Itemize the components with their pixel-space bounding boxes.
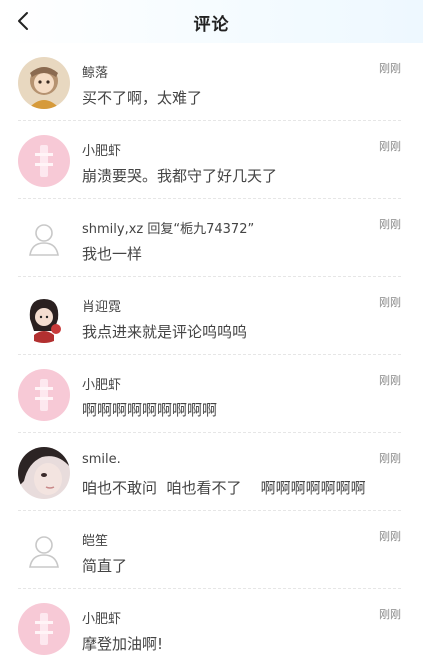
character-avatar-icon [18,291,70,343]
comment-time: 刚刚 [379,62,401,75]
comment-author[interactable]: 小肥虾 [82,608,121,627]
top-bar: 评论 [0,0,423,43]
comment-item: 鲸落 买不了啊，太难了 刚刚 [0,43,423,121]
comment-content: 我点进来就是评论呜呜呜 [82,323,248,341]
comment-content: 我也一样 [82,245,143,263]
avatar[interactable] [18,603,70,655]
avatar[interactable] [18,57,70,109]
pink-avatar-icon [18,369,70,421]
avatar[interactable] [18,369,70,421]
comment-content: 咱也不敢问 咱也看不了 啊啊啊啊啊啊啊 [82,479,366,497]
comment-item: shmily,xz 回复“栀九74372” 我也一样 刚刚 [0,199,423,277]
pink-avatar-icon [18,135,70,187]
comment-item: 小肥虾 啊啊啊啊啊啊啊啊啊 刚刚 [0,355,423,433]
comment-item: 小肥虾 崩溃要哭。我都守了好几天了 刚刚 [0,121,423,199]
anime-avatar-icon [18,57,70,109]
comment-time: 刚刚 [379,140,401,153]
comment-author[interactable]: 肖迎霓 [82,296,121,315]
comment-item: 小肥虾 摩登加油啊! 刚刚 [0,589,423,667]
pink-avatar-icon [18,603,70,655]
comment-time: 刚刚 [379,452,401,465]
comment-item: 皑笙 简直了 刚刚 [0,511,423,589]
comment-content: 买不了啊，太难了 [82,89,203,107]
default-avatar-icon [18,525,70,577]
avatar[interactable] [18,213,70,265]
comment-author[interactable]: smile. [82,452,121,467]
comment-item: smile. 咱也不敢问 咱也看不了 啊啊啊啊啊啊啊 刚刚 [0,433,423,511]
avatar[interactable] [18,291,70,343]
comment-time: 刚刚 [379,530,401,543]
comment-list: 鲸落 买不了啊，太难了 刚刚 小肥虾 崩溃要哭。我都守了好几天了 刚刚 shmi… [0,43,423,667]
comment-author[interactable]: 皑笙 [82,530,108,549]
comment-content: 简直了 [82,557,128,575]
comment-content: 摩登加油啊! [82,635,164,653]
comment-author[interactable]: 小肥虾 [82,374,121,393]
avatar[interactable] [18,525,70,577]
photo-avatar-icon [18,447,70,499]
comment-author[interactable]: 鲸落 [82,62,108,81]
comment-time: 刚刚 [379,296,401,309]
comment-author[interactable]: 小肥虾 [82,140,121,159]
default-avatar-icon [18,213,70,265]
comment-author[interactable]: shmily,xz 回复“栀九74372” [82,218,254,237]
avatar[interactable] [18,447,70,499]
comment-content: 啊啊啊啊啊啊啊啊啊 [82,401,218,419]
comment-content: 崩溃要哭。我都守了好几天了 [82,167,278,185]
avatar[interactable] [18,135,70,187]
comment-time: 刚刚 [379,374,401,387]
page-title: 评论 [193,15,230,35]
comment-item: 肖迎霓 我点进来就是评论呜呜呜 刚刚 [0,277,423,355]
comment-time: 刚刚 [379,218,401,231]
comment-time: 刚刚 [379,608,401,621]
